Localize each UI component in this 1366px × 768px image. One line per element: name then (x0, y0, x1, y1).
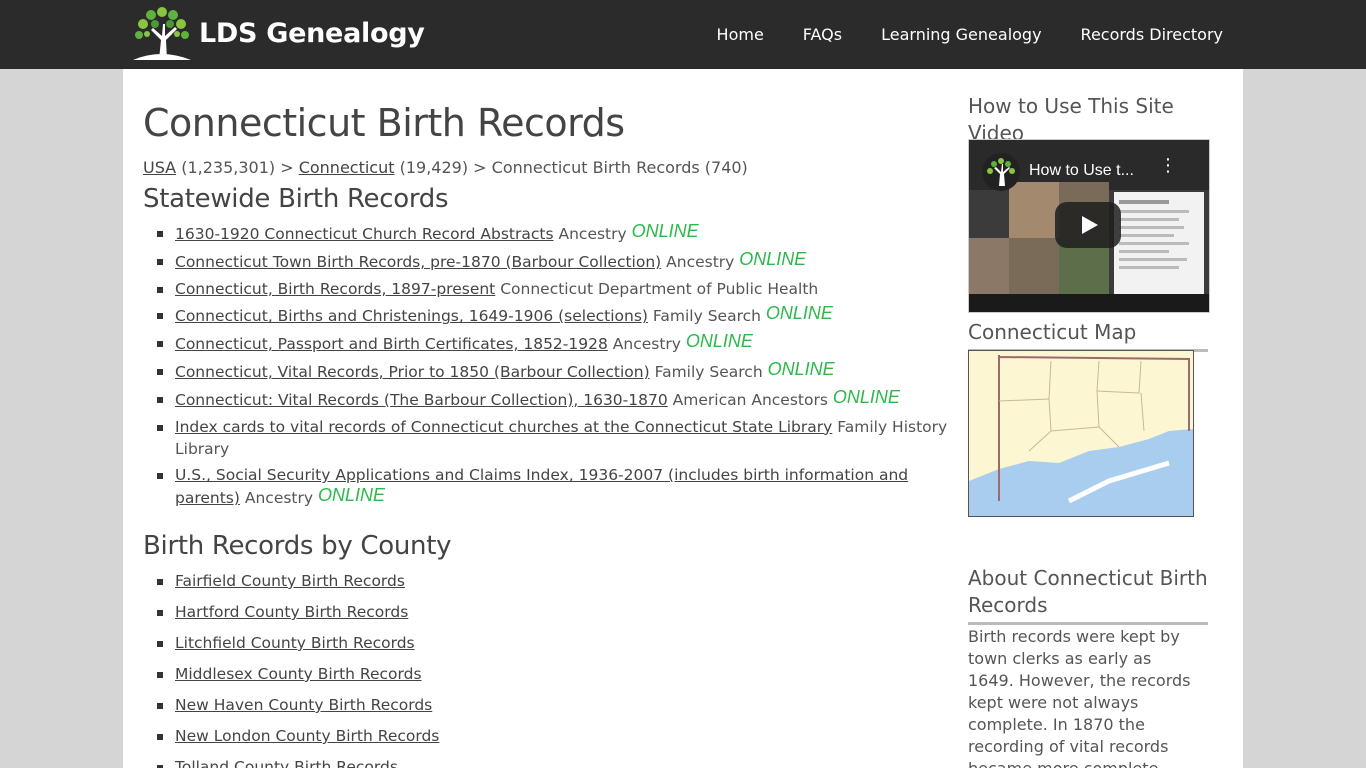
statewide-record-item: Connecticut: Vital Records (The Barbour … (143, 386, 948, 411)
record-link[interactable]: 1630-1920 Connecticut Church Record Abst… (175, 225, 554, 243)
about-heading: About Connecticut Birth Records (968, 565, 1208, 625)
online-badge: ONLINE (739, 248, 807, 269)
map-heading: Connecticut Map (968, 319, 1208, 352)
county-record-link[interactable]: Middlesex County Birth Records (175, 665, 422, 683)
statewide-record-item: Connecticut, Birth Records, 1897-present… (143, 278, 948, 300)
statewide-record-list: 1630-1920 Connecticut Church Record Abst… (143, 221, 948, 514)
nav-records-directory[interactable]: Records Directory (1081, 25, 1223, 44)
record-source: Ancestry (666, 252, 735, 271)
county-record-item: Litchfield County Birth Records (143, 632, 948, 654)
statewide-heading: Statewide Birth Records (143, 184, 449, 214)
record-link[interactable]: Connecticut, Birth Records, 1897-present (175, 280, 495, 298)
county-record-link[interactable]: Fairfield County Birth Records (175, 572, 405, 590)
breadcrumb-current: Connecticut Birth Records (740) (491, 158, 748, 177)
statewide-record-item: Connecticut, Births and Christenings, 16… (143, 303, 948, 327)
county-record-item: Fairfield County Birth Records (143, 570, 948, 592)
breadcrumb-connecticut-count: (19,429) > (399, 158, 487, 177)
record-source: Ancestry (244, 489, 314, 508)
record-link[interactable]: Index cards to vital records of Connecti… (175, 418, 832, 436)
statewide-record-item: Connecticut, Passport and Birth Certific… (143, 331, 948, 355)
connecticut-map[interactable] (968, 350, 1194, 517)
statewide-record-item: Connecticut Town Birth Records, pre-1870… (143, 248, 948, 273)
online-badge: ONLINE (685, 331, 753, 352)
record-link[interactable]: Connecticut, Vital Records, Prior to 185… (175, 363, 650, 381)
breadcrumb-usa-link[interactable]: USA (143, 158, 176, 177)
statewide-record-item: 1630-1920 Connecticut Church Record Abst… (143, 221, 948, 245)
county-record-link[interactable]: Hartford County Birth Records (175, 603, 408, 621)
county-record-list: Fairfield County Birth Records Hartford C… (143, 570, 948, 768)
breadcrumb-connecticut-link[interactable]: Connecticut (299, 158, 395, 177)
county-record-link[interactable]: Litchfield County Birth Records (175, 634, 415, 652)
nav-faqs[interactable]: FAQs (803, 25, 842, 44)
record-source: Connecticut Department of Public Health (500, 279, 819, 298)
statewide-record-item: Index cards to vital records of Connecti… (143, 416, 948, 460)
connecticut-map-image (969, 351, 1193, 516)
county-record-link[interactable]: New Haven County Birth Records (175, 696, 432, 714)
record-source: Ancestry (612, 335, 681, 354)
site-logo[interactable]: LDS Genealogy (131, 6, 425, 60)
statewide-record-item: Connecticut, Vital Records, Prior to 185… (143, 358, 948, 383)
about-text: Birth records were kept by town clerks a… (968, 627, 1191, 768)
county-record-item: Tolland County Birth Records (143, 756, 948, 768)
main-nav: Home FAQs Learning Genealogy Records Dir… (678, 0, 1223, 69)
record-link[interactable]: Connecticut: Vital Records (The Barbour … (175, 391, 668, 409)
video-more-icon[interactable]: ⋮ (1159, 157, 1177, 175)
channel-tree-icon (982, 153, 1020, 191)
nav-learning-genealogy[interactable]: Learning Genealogy (881, 25, 1041, 44)
video-player[interactable]: How to Use t... ⋮ (968, 139, 1210, 313)
nav-home[interactable]: Home (717, 25, 764, 44)
record-source: American Ancestors (672, 390, 828, 409)
breadcrumb: USA (1,235,301) > Connecticut (19,429) >… (143, 158, 748, 177)
county-record-item: Middlesex County Birth Records (143, 663, 948, 685)
content-card: Connecticut Birth Records USA (1,235,301… (123, 69, 1243, 768)
county-record-link[interactable]: Tolland County Birth Records (175, 758, 398, 768)
county-record-item: New London County Birth Records (143, 725, 948, 747)
record-link[interactable]: Connecticut, Births and Christenings, 16… (175, 307, 648, 325)
online-badge: ONLINE (767, 358, 835, 379)
statewide-record-item: U.S., Social Security Applications and C… (143, 464, 948, 509)
site-logo-text: LDS Genealogy (199, 17, 425, 49)
county-record-link[interactable]: New London County Birth Records (175, 727, 439, 745)
record-source: Ancestry (558, 225, 627, 243)
online-badge: ONLINE (318, 485, 386, 506)
breadcrumb-usa-count: (1,235,301) > (181, 158, 294, 177)
county-heading: Birth Records by County (143, 531, 452, 561)
top-navbar: LDS Genealogy Home FAQs Learning Genealo… (0, 0, 1366, 69)
video-title: How to Use t... (1029, 162, 1134, 179)
record-source: Family Search (652, 307, 761, 326)
tree-logo-icon (133, 7, 191, 60)
record-source: Family Search (654, 362, 763, 381)
play-button-icon[interactable] (1055, 202, 1121, 248)
county-record-item: New Haven County Birth Records (143, 694, 948, 716)
record-link[interactable]: Connecticut Town Birth Records, pre-1870… (175, 253, 661, 271)
online-badge: ONLINE (765, 303, 833, 324)
online-badge: ONLINE (631, 221, 699, 241)
online-badge: ONLINE (832, 386, 900, 407)
county-record-item: Hartford County Birth Records (143, 601, 948, 623)
page-title: Connecticut Birth Records (143, 101, 625, 145)
record-link[interactable]: Connecticut, Passport and Birth Certific… (175, 335, 608, 353)
